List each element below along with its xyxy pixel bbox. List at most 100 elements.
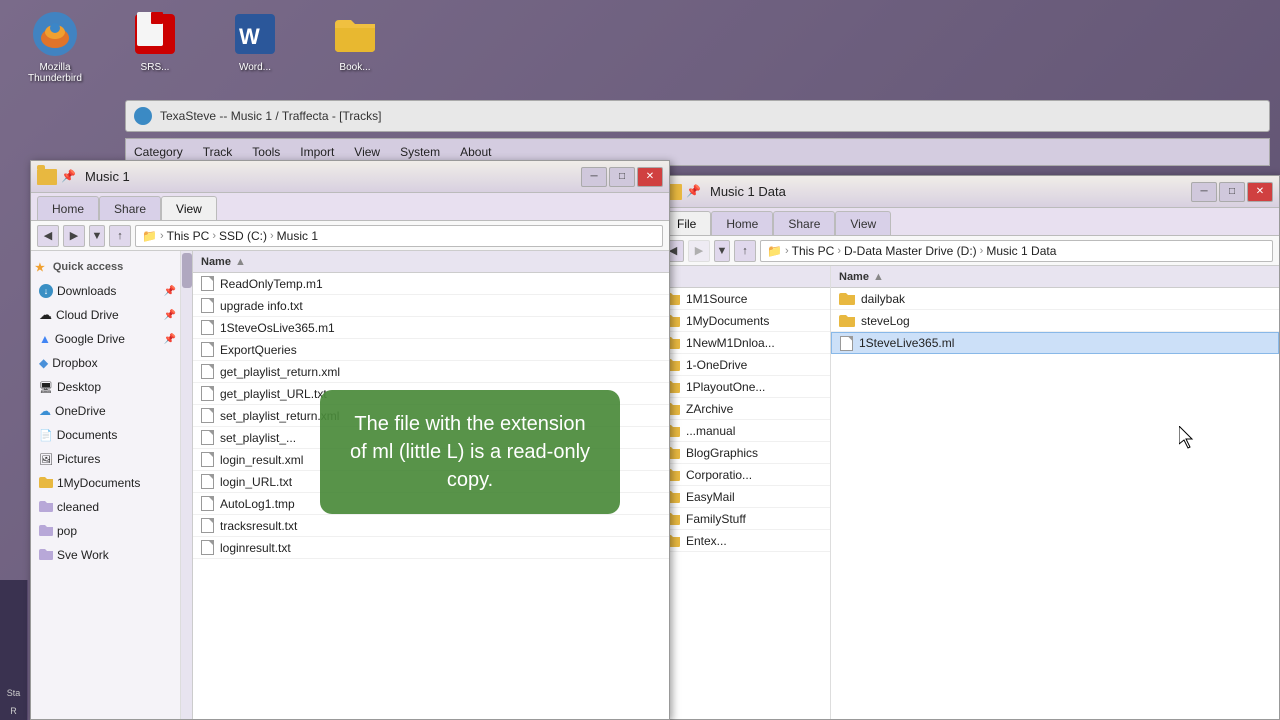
left-dropdown-btn[interactable]: ▼ (89, 225, 105, 247)
right-dropdown-btn[interactable]: ▼ (714, 240, 730, 262)
folder-item-bloggraphics[interactable]: BlogGraphics (656, 442, 830, 464)
right-title-bar: 📌 Music 1 Data ─ □ ✕ (656, 176, 1279, 208)
menu-item-category[interactable]: Category (134, 145, 183, 159)
folder-item-1newm1dnloa[interactable]: 1NewM1Dnloa... (656, 332, 830, 354)
left-addr-music1[interactable]: Music 1 (277, 229, 318, 243)
menu-item-system[interactable]: System (400, 145, 440, 159)
menu-item-track[interactable]: Track (203, 145, 233, 159)
sidebar-item-pictures[interactable]: 🖼 Pictures (31, 447, 180, 471)
left-minimize-btn[interactable]: ─ (581, 167, 607, 187)
left-window-controls: ─ □ ✕ (581, 167, 663, 187)
downloads-icon: ↓ (39, 284, 53, 298)
acrobat-label: SRS... (141, 62, 170, 73)
folder-item-easymail[interactable]: EasyMail (656, 486, 830, 508)
left-close-btn[interactable]: ✕ (637, 167, 663, 187)
folder-item-familystuff[interactable]: FamilyStuff (656, 508, 830, 530)
pop-icon (39, 524, 53, 539)
right-tab-share[interactable]: Share (773, 211, 835, 235)
left-tab-share[interactable]: Share (99, 196, 161, 220)
sidebar-item-quickaccess[interactable]: ★ Quick access (31, 255, 180, 279)
folder-item-corporatio[interactable]: Corporatio... (656, 464, 830, 486)
right-forward-btn[interactable]: ▶ (688, 240, 710, 262)
menu-item-import[interactable]: Import (300, 145, 334, 159)
folder-item-1mydocuments[interactable]: 1MyDocuments (656, 310, 830, 332)
folder-item-1onedrive[interactable]: 1-OneDrive (656, 354, 830, 376)
right-close-btn[interactable]: ✕ (1247, 182, 1273, 202)
desktop-folder-icon[interactable]: Book... (320, 10, 390, 84)
clouddrive-pin: 📌 (164, 310, 176, 321)
sidebar-item-svework[interactable]: Sve Work (31, 543, 180, 567)
left-tab-view[interactable]: View (161, 196, 217, 220)
explorer-right-window: 📌 Music 1 Data ─ □ ✕ File Home Share Vie… (655, 175, 1280, 720)
sidebar-item-documents[interactable]: 📄 Documents (31, 423, 180, 447)
file-icon-loginresultxml (201, 452, 214, 467)
file-item-exportqueries[interactable]: ExportQueries (193, 339, 669, 361)
folder-item-zarchive[interactable]: ZArchive (656, 398, 830, 420)
globe-icon (134, 107, 152, 125)
file-icon-loginresult (201, 540, 214, 555)
file-item-1steveliveml[interactable]: 1SteveLive365.ml (831, 332, 1279, 354)
pop-label: pop (57, 524, 176, 538)
right-addr-folder-icon: 📁 (767, 244, 782, 258)
thunderbird-icon[interactable]: Mozilla Thunderbird (20, 10, 90, 84)
sidebar-item-desktop[interactable]: 🖥 Desktop (31, 375, 180, 399)
acrobat-icon[interactable]: PDF SRS... (120, 10, 190, 84)
sidebar-item-1mydocuments[interactable]: 1MyDocuments (31, 471, 180, 495)
right-folder-body: 1M1Source 1MyDocuments 1NewM1Dnloa... 1-… (656, 288, 830, 719)
dropbox-label: Dropbox (52, 356, 176, 370)
menu-item-view[interactable]: View (354, 145, 380, 159)
right-tab-view[interactable]: View (835, 211, 891, 235)
folder-item-manual[interactable]: ...manual (656, 420, 830, 442)
desktop-icon-s: 🖥 (39, 381, 53, 394)
file-item-stevelog[interactable]: steveLog (831, 310, 1279, 332)
left-address-box[interactable]: 📁 › This PC › SSD (C:) › Music 1 (135, 225, 663, 247)
thunderbird-label: Mozilla Thunderbird (20, 62, 90, 84)
left-sidebar-scrollbar[interactable] (181, 251, 193, 719)
right-window-title: Music 1 Data (710, 184, 786, 199)
left-maximize-btn[interactable]: □ (609, 167, 635, 187)
file-item-upgradeinfo[interactable]: upgrade info.txt (193, 295, 669, 317)
sidebar-item-googledrive[interactable]: ▲ Google Drive 📌 (31, 327, 180, 351)
right-minimize-btn[interactable]: ─ (1191, 182, 1217, 202)
folder-item-entex[interactable]: Entex... (656, 530, 830, 552)
right-address-box[interactable]: 📁 › This PC › D-Data Master Drive (D:) ›… (760, 240, 1273, 262)
sidebar-item-pop[interactable]: pop (31, 519, 180, 543)
word-icon[interactable]: W Word... (220, 10, 290, 84)
sidebar-item-clouddrive[interactable]: ☁ Cloud Drive 📌 (31, 303, 180, 327)
sidebar-item-onedrive[interactable]: ☁ OneDrive (31, 399, 180, 423)
left-title-bar: 📌 Music 1 ─ □ ✕ (31, 161, 669, 193)
file-item-readonlytemp[interactable]: ReadOnlyTemp.m1 (193, 273, 669, 295)
left-tab-home[interactable]: Home (37, 196, 99, 220)
right-up-btn[interactable]: ↑ (734, 240, 756, 262)
music-player-bar[interactable]: TexaSteve -- Music 1 / Traffecta - [Trac… (125, 100, 1270, 132)
file-item-tracksresult[interactable]: tracksresult.txt (193, 515, 669, 537)
left-address-bar: ◀ ▶ ▼ ↑ 📁 › This PC › SSD (C:) › Music 1 (31, 221, 669, 251)
file-item-1steveoslive[interactable]: 1SteveOsLive365.m1 (193, 317, 669, 339)
left-tab-bar: Home Share View (31, 193, 669, 221)
left-addr-thispc[interactable]: This PC (167, 229, 210, 243)
left-forward-btn[interactable]: ▶ (63, 225, 85, 247)
right-addr-thispc[interactable]: This PC (792, 244, 835, 258)
file-item-loginresult[interactable]: loginresult.txt (193, 537, 669, 559)
sidebar-item-downloads[interactable]: ↓ Downloads 📌 (31, 279, 180, 303)
right-pin-icon: 📌 (686, 184, 702, 200)
file-item-getplaylistreturn[interactable]: get_playlist_return.xml (193, 361, 669, 383)
right-maximize-btn[interactable]: □ (1219, 182, 1245, 202)
sidebar-item-cleaned[interactable]: cleaned (31, 495, 180, 519)
folder-item-1m1source[interactable]: 1M1Source (656, 288, 830, 310)
gdrive-label: Google Drive (55, 332, 160, 346)
music-player-title: TexaSteve -- Music 1 / Traffecta - [Trac… (160, 109, 381, 123)
right-addr-music1data[interactable]: Music 1 Data (986, 244, 1056, 258)
menu-item-tools[interactable]: Tools (252, 145, 280, 159)
left-addr-ssd[interactable]: SSD (C:) (219, 229, 267, 243)
right-tab-home[interactable]: Home (711, 211, 773, 235)
sidebar-item-dropbox[interactable]: ◆ Dropbox (31, 351, 180, 375)
file-icon-1steveoslive (201, 320, 214, 335)
file-item-dailybak[interactable]: dailybak (831, 288, 1279, 310)
left-up-btn[interactable]: ↑ (109, 225, 131, 247)
folder-item-1playoutone[interactable]: 1PlayoutOne... (656, 376, 830, 398)
right-addr-ddrive[interactable]: D-Data Master Drive (D:) (844, 244, 977, 258)
dropbox-icon: ◆ (39, 356, 48, 370)
menu-item-about[interactable]: About (460, 145, 491, 159)
left-back-btn[interactable]: ◀ (37, 225, 59, 247)
